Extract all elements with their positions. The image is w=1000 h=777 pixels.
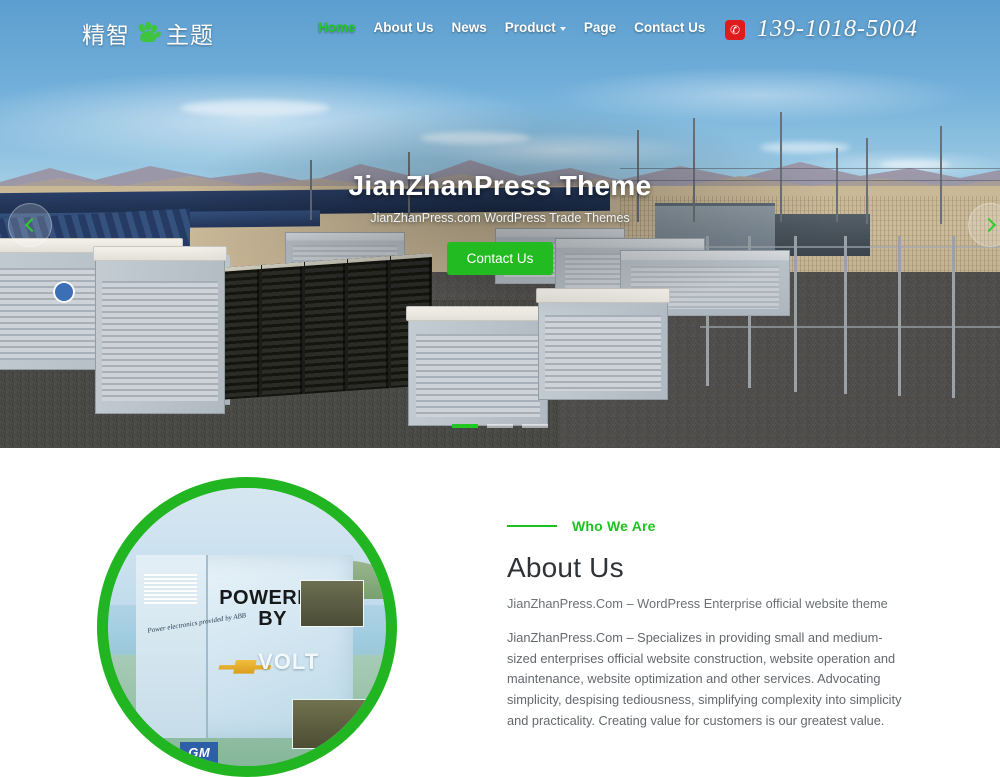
container-lid [406, 306, 550, 321]
header-phone[interactable]: ✆ 139-1018-5004 [725, 16, 918, 43]
eyebrow-rule [507, 525, 557, 527]
about-paragraph: JianZhanPress.Com – Specializes in provi… [507, 630, 902, 728]
about-section: POWERED BY Power electronics provided by… [0, 448, 1000, 777]
chevron-down-icon [559, 26, 566, 31]
nav-item-news[interactable]: News [452, 20, 487, 35]
phone-number: 139-1018-5004 [757, 16, 918, 42]
storage-container-front-right [406, 306, 550, 426]
nav-item-product[interactable]: Product [505, 20, 566, 35]
hero-contact-button[interactable]: Contact Us [446, 242, 554, 275]
cloud [180, 100, 330, 116]
nav-item-contact-us[interactable]: Contact Us [634, 20, 705, 35]
container-louvers [102, 280, 218, 401]
container-louvers [415, 333, 541, 417]
about-heading: About Us [507, 552, 624, 583]
hero-subtitle: JianZhanPress.com WordPress Trade Themes [370, 211, 630, 225]
phone-icon: ✆ [725, 19, 746, 40]
about-lead: JianZhanPress.Com – WordPress Enterprise… [507, 596, 888, 611]
gm-logo: GM [180, 742, 219, 766]
about-image-window [299, 579, 364, 627]
nav-item-page[interactable]: Page [584, 20, 616, 35]
nav-label: Product [504, 20, 556, 35]
nav-label: Contact Us [634, 20, 706, 35]
nav-item-home[interactable]: Home [318, 20, 356, 35]
container-louvers [545, 314, 661, 392]
hero-copy: JianZhanPress Theme JianZhanPress.com Wo… [0, 170, 1000, 275]
ge-logo-icon [53, 281, 75, 303]
logo-text-right: 主题 [166, 23, 214, 49]
nav-item-about-us[interactable]: About Us [374, 20, 434, 35]
nav-label: About Us [373, 20, 434, 35]
storage-container-front [93, 246, 227, 414]
chevron-right-icon [981, 217, 996, 233]
slider-pagination[interactable] [0, 424, 1000, 428]
about-eyebrow: Who We Are [507, 518, 907, 534]
power-line [620, 168, 1000, 169]
about-image-volt-text: VOLT [258, 649, 320, 675]
about-image-window [291, 699, 370, 750]
about-image: POWERED BY Power electronics provided by… [108, 488, 386, 766]
chevron-left-icon [24, 217, 39, 233]
about-image-circle: POWERED BY Power electronics provided by… [97, 477, 397, 777]
slider-dot-3[interactable] [522, 424, 548, 428]
hero-title: JianZhanPress Theme [348, 170, 652, 201]
logo-text-left: 精智 [82, 23, 130, 49]
hero-slider[interactable]: JianZhanPress Theme JianZhanPress.com Wo… [0, 0, 1000, 448]
storage-container [536, 288, 670, 400]
paw-print-icon [135, 21, 161, 45]
cloud [420, 132, 530, 144]
slider-dot-1[interactable] [452, 424, 478, 428]
container-lid [536, 288, 670, 303]
nav-label: Page [583, 20, 617, 35]
nav-label: News [451, 20, 487, 35]
slider-dot-2[interactable] [487, 424, 513, 428]
slider-prev-button[interactable] [8, 203, 52, 247]
site-header: 精智 主题 Home About Us News Product Page Co… [0, 0, 1000, 58]
site-logo[interactable]: 精智 主题 [82, 16, 214, 50]
main-navigation[interactable]: Home About Us News Product Page Contact … [318, 20, 705, 35]
about-image-vent [144, 574, 197, 605]
nav-label: Home [318, 20, 356, 35]
about-eyebrow-label: Who We Are [572, 518, 656, 534]
